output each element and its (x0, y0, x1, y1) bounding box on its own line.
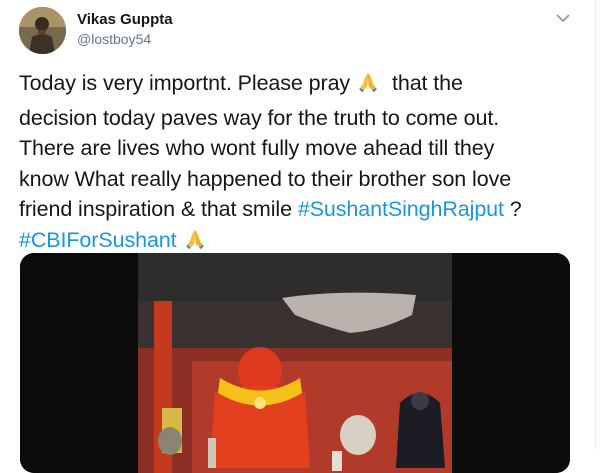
hashtag-link[interactable]: #SushantSinghRajput (298, 197, 504, 221)
tweet-line: Today is very importnt. Please pray that… (19, 68, 579, 103)
avatar[interactable] (19, 7, 66, 54)
tweet-line: know What really happened to their broth… (19, 166, 512, 191)
tweet-line: There are lives who wont fully move ahea… (19, 136, 495, 160)
author-handle[interactable]: @lostboy54 (77, 31, 151, 47)
tweet-line: friend inspiration & that smile #Sushant… (19, 197, 522, 221)
author-name[interactable]: Vikas Guppta (77, 11, 173, 28)
tweet-video[interactable] (20, 253, 570, 473)
tweet-text: Today is very importnt. Please pray that… (19, 68, 579, 259)
chevron-down-icon[interactable] (552, 9, 574, 27)
tweet-line: decision today paves way for the truth t… (19, 105, 500, 130)
hashtag-link[interactable]: #CBIForSushant (19, 228, 177, 252)
tweet-card: Vikas Guppta @lostboy54 Today is very im… (0, 0, 596, 473)
folded-hands-emoji (356, 70, 380, 103)
